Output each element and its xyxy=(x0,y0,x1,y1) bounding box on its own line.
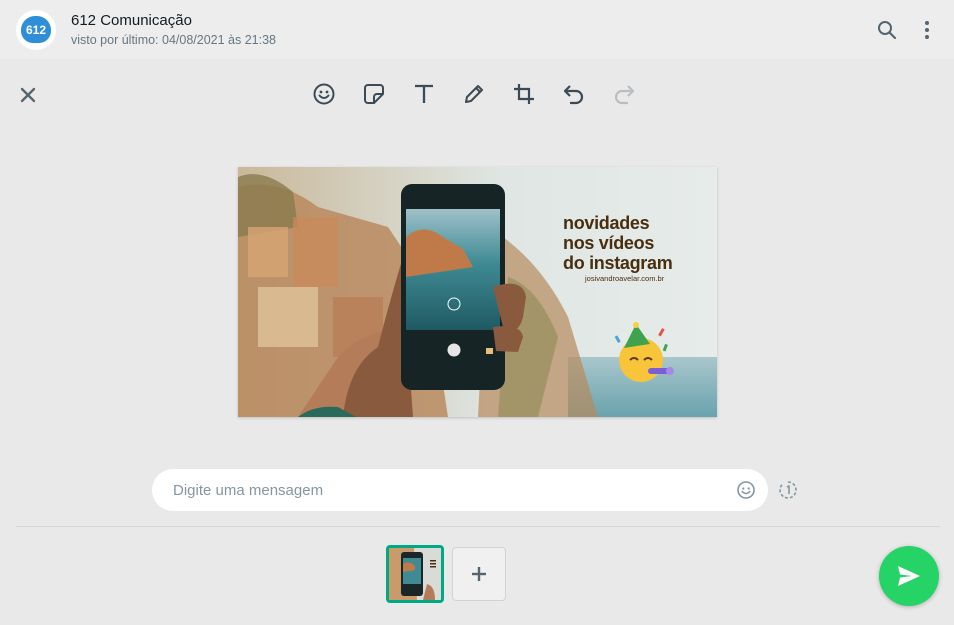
caption-box xyxy=(152,469,768,511)
search-icon[interactable] xyxy=(876,19,898,41)
last-seen: visto por último: 04/08/2021 às 21:38 xyxy=(71,32,276,47)
party-face-icon xyxy=(610,322,676,388)
emoji-icon[interactable] xyxy=(312,81,336,107)
thumbnail-selected[interactable] xyxy=(386,545,444,603)
sticker-icon[interactable] xyxy=(362,81,386,107)
media-editor: novidades nos vídeos do instagram josiva… xyxy=(0,59,954,625)
avatar[interactable]: 612 xyxy=(16,9,56,50)
undo-icon[interactable] xyxy=(562,81,586,107)
crop-icon[interactable] xyxy=(512,81,536,107)
thumbnail-strip xyxy=(386,545,506,603)
text-icon[interactable] xyxy=(412,81,436,107)
editor-toolbar xyxy=(312,81,636,107)
headline-line-3: do instagram xyxy=(563,253,673,273)
menu-icon[interactable] xyxy=(916,19,938,41)
headline: novidades nos vídeos do instagram xyxy=(563,213,673,273)
contact-name: 612 Comunicação xyxy=(71,11,192,29)
contact-info[interactable]: 612 Comunicação visto por último: 04/08/… xyxy=(71,11,276,49)
header-actions xyxy=(876,19,938,41)
avatar-logo: 612 xyxy=(21,16,51,43)
image-preview: novidades nos vídeos do instagram josiva… xyxy=(238,167,717,417)
caption-input[interactable] xyxy=(173,481,736,499)
redo-icon[interactable] xyxy=(612,81,636,107)
website-url: josivandroavelar.com.br xyxy=(585,274,665,283)
send-icon[interactable] xyxy=(879,546,939,606)
emoji-icon[interactable] xyxy=(736,480,756,500)
headline-line-1: novidades xyxy=(563,213,650,233)
caption-row xyxy=(152,469,800,511)
chat-header: 612 612 Comunicação visto por último: 04… xyxy=(0,0,954,59)
pencil-icon[interactable] xyxy=(462,81,486,107)
divider xyxy=(16,526,940,527)
add-icon[interactable] xyxy=(452,547,506,601)
close-icon[interactable] xyxy=(16,83,40,107)
view-once-icon[interactable] xyxy=(778,480,798,500)
headline-line-2: nos vídeos xyxy=(563,233,655,253)
